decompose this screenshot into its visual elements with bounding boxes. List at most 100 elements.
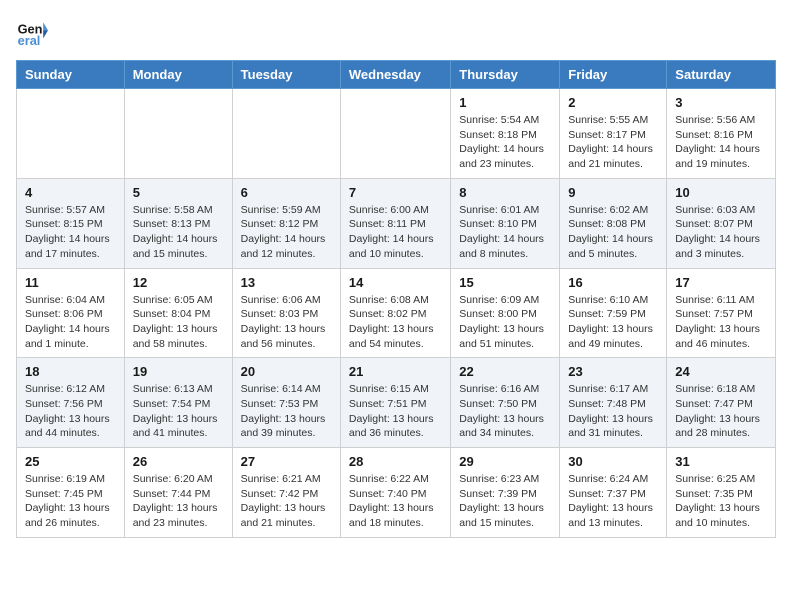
day-number: 16 — [568, 275, 658, 290]
day-info: Sunrise: 6:11 AMSunset: 7:57 PMDaylight:… — [675, 293, 767, 352]
day-header-saturday: Saturday — [667, 61, 776, 89]
day-number: 12 — [133, 275, 224, 290]
calendar-cell: 26 Sunrise: 6:20 AMSunset: 7:44 PMDayligh… — [124, 448, 232, 538]
day-header-tuesday: Tuesday — [232, 61, 340, 89]
day-header-wednesday: Wednesday — [340, 61, 450, 89]
calendar-cell: 14Sunrise: 6:08 AMSunset: 8:02 PMDayligh… — [340, 268, 450, 358]
day-number: 24 — [675, 364, 767, 379]
calendar-cell — [232, 89, 340, 179]
day-number: 25 — [25, 454, 116, 469]
calendar-cell — [124, 89, 232, 179]
day-number: 8 — [459, 185, 551, 200]
calendar-cell: 16 Sunrise: 6:10 AMSunset: 7:59 PMDayligh… — [560, 268, 667, 358]
day-number: 2 — [568, 95, 658, 110]
calendar-cell — [17, 89, 125, 179]
calendar-table: SundayMondayTuesdayWednesdayThursdayFrid… — [16, 60, 776, 538]
calendar-cell: 27 Sunrise: 6:21 AMSunset: 7:42 PMDayligh… — [232, 448, 340, 538]
page-header: Gen eral — [16, 16, 776, 48]
day-number: 1 — [459, 95, 551, 110]
day-info: Sunrise: 6:04 AMSunset: 8:06 PMDaylight:… — [25, 293, 116, 352]
calendar-cell: 9 Sunrise: 6:02 AMSunset: 8:08 PMDaylight… — [560, 178, 667, 268]
day-header-friday: Friday — [560, 61, 667, 89]
calendar-cell: 29 Sunrise: 6:23 AMSunset: 7:39 PMDayligh… — [451, 448, 560, 538]
day-info: Sunrise: 6:22 AMSunset: 7:40 PMDaylight:… — [349, 472, 442, 531]
calendar-cell: 28 Sunrise: 6:22 AMSunset: 7:40 PMDayligh… — [340, 448, 450, 538]
day-info: Sunrise: 6:24 AMSunset: 7:37 PMDaylight:… — [568, 472, 658, 531]
calendar-cell: 21 Sunrise: 6:15 AMSunset: 7:51 PMDayligh… — [340, 358, 450, 448]
day-info: Sunrise: 6:15 AMSunset: 7:51 PMDaylight:… — [349, 382, 442, 441]
day-info: Sunrise: 6:09 AMSunset: 8:00 PMDaylight:… — [459, 293, 551, 352]
day-info: Sunrise: 5:55 AMSunset: 8:17 PMDaylight:… — [568, 113, 658, 172]
day-info: Sunrise: 5:57 AMSunset: 8:15 PMDaylight:… — [25, 203, 116, 262]
day-number: 6 — [241, 185, 332, 200]
day-header-sunday: Sunday — [17, 61, 125, 89]
day-number: 26 — [133, 454, 224, 469]
day-info: Sunrise: 6:00 AMSunset: 8:11 PMDaylight:… — [349, 203, 442, 262]
day-info: Sunrise: 6:21 AMSunset: 7:42 PMDaylight:… — [241, 472, 332, 531]
day-info: Sunrise: 6:14 AMSunset: 7:53 PMDaylight:… — [241, 382, 332, 441]
day-info: Sunrise: 6:03 AMSunset: 8:07 PMDaylight:… — [675, 203, 767, 262]
calendar-cell: 4 Sunrise: 5:57 AMSunset: 8:15 PMDaylight… — [17, 178, 125, 268]
calendar-cell: 31 Sunrise: 6:25 AMSunset: 7:35 PMDayligh… — [667, 448, 776, 538]
calendar-cell: 3 Sunrise: 5:56 AMSunset: 8:16 PMDaylight… — [667, 89, 776, 179]
day-info: Sunrise: 6:10 AMSunset: 7:59 PMDaylight:… — [568, 293, 658, 352]
day-info: Sunrise: 6:13 AMSunset: 7:54 PMDaylight:… — [133, 382, 224, 441]
day-info: Sunrise: 6:19 AMSunset: 7:45 PMDaylight:… — [25, 472, 116, 531]
day-info: Sunrise: 6:23 AMSunset: 7:39 PMDaylight:… — [459, 472, 551, 531]
day-number: 15 — [459, 275, 551, 290]
day-info: Sunrise: 6:25 AMSunset: 7:35 PMDaylight:… — [675, 472, 767, 531]
calendar-cell: 19 Sunrise: 6:13 AMSunset: 7:54 PMDayligh… — [124, 358, 232, 448]
day-number: 11 — [25, 275, 116, 290]
calendar-cell: 10 Sunrise: 6:03 AMSunset: 8:07 PMDayligh… — [667, 178, 776, 268]
day-info: Sunrise: 6:20 AMSunset: 7:44 PMDaylight:… — [133, 472, 224, 531]
day-number: 19 — [133, 364, 224, 379]
calendar-cell: 13 Sunrise: 6:06 AMSunset: 8:03 PMDayligh… — [232, 268, 340, 358]
day-number: 9 — [568, 185, 658, 200]
day-number: 5 — [133, 185, 224, 200]
calendar-cell: 5 Sunrise: 5:58 AMSunset: 8:13 PMDaylight… — [124, 178, 232, 268]
calendar-cell: 22 Sunrise: 6:16 AMSunset: 7:50 PMDayligh… — [451, 358, 560, 448]
calendar-cell: 6Sunrise: 5:59 AMSunset: 8:12 PMDaylight… — [232, 178, 340, 268]
day-number: 18 — [25, 364, 116, 379]
day-info: Sunrise: 6:17 AMSunset: 7:48 PMDaylight:… — [568, 382, 658, 441]
day-info: Sunrise: 6:18 AMSunset: 7:47 PMDaylight:… — [675, 382, 767, 441]
logo-icon: Gen eral — [16, 16, 48, 48]
day-info: Sunrise: 6:06 AMSunset: 8:03 PMDaylight:… — [241, 293, 332, 352]
day-info: Sunrise: 6:08 AMSunset: 8:02 PMDaylight:… — [349, 293, 442, 352]
day-header-thursday: Thursday — [451, 61, 560, 89]
day-info: Sunrise: 6:01 AMSunset: 8:10 PMDaylight:… — [459, 203, 551, 262]
calendar-cell: 23 Sunrise: 6:17 AMSunset: 7:48 PMDayligh… — [560, 358, 667, 448]
calendar-cell: 20 Sunrise: 6:14 AMSunset: 7:53 PMDayligh… — [232, 358, 340, 448]
calendar-cell: 18 Sunrise: 6:12 AMSunset: 7:56 PMDayligh… — [17, 358, 125, 448]
calendar-cell: 11 Sunrise: 6:04 AMSunset: 8:06 PMDayligh… — [17, 268, 125, 358]
day-info: Sunrise: 5:58 AMSunset: 8:13 PMDaylight:… — [133, 203, 224, 262]
logo: Gen eral — [16, 16, 54, 48]
day-number: 27 — [241, 454, 332, 469]
calendar-cell: 30Sunrise: 6:24 AMSunset: 7:37 PMDayligh… — [560, 448, 667, 538]
day-header-monday: Monday — [124, 61, 232, 89]
day-number: 3 — [675, 95, 767, 110]
calendar-cell: 25 Sunrise: 6:19 AMSunset: 7:45 PMDayligh… — [17, 448, 125, 538]
day-info: Sunrise: 5:56 AMSunset: 8:16 PMDaylight:… — [675, 113, 767, 172]
calendar-cell: 7 Sunrise: 6:00 AMSunset: 8:11 PMDaylight… — [340, 178, 450, 268]
day-number: 21 — [349, 364, 442, 379]
day-info: Sunrise: 6:02 AMSunset: 8:08 PMDaylight:… — [568, 203, 658, 262]
svg-text:eral: eral — [18, 33, 41, 48]
day-number: 31 — [675, 454, 767, 469]
calendar-cell: 8 Sunrise: 6:01 AMSunset: 8:10 PMDaylight… — [451, 178, 560, 268]
calendar-cell: 12 Sunrise: 6:05 AMSunset: 8:04 PMDayligh… — [124, 268, 232, 358]
day-number: 28 — [349, 454, 442, 469]
calendar-cell: 1Sunrise: 5:54 AMSunset: 8:18 PMDaylight… — [451, 89, 560, 179]
day-number: 22 — [459, 364, 551, 379]
calendar-cell: 24 Sunrise: 6:18 AMSunset: 7:47 PMDayligh… — [667, 358, 776, 448]
day-number: 4 — [25, 185, 116, 200]
day-number: 7 — [349, 185, 442, 200]
day-number: 23 — [568, 364, 658, 379]
day-number: 13 — [241, 275, 332, 290]
day-number: 20 — [241, 364, 332, 379]
day-number: 29 — [459, 454, 551, 469]
day-info: Sunrise: 6:05 AMSunset: 8:04 PMDaylight:… — [133, 293, 224, 352]
day-number: 10 — [675, 185, 767, 200]
day-info: Sunrise: 6:16 AMSunset: 7:50 PMDaylight:… — [459, 382, 551, 441]
day-info: Sunrise: 6:12 AMSunset: 7:56 PMDaylight:… — [25, 382, 116, 441]
